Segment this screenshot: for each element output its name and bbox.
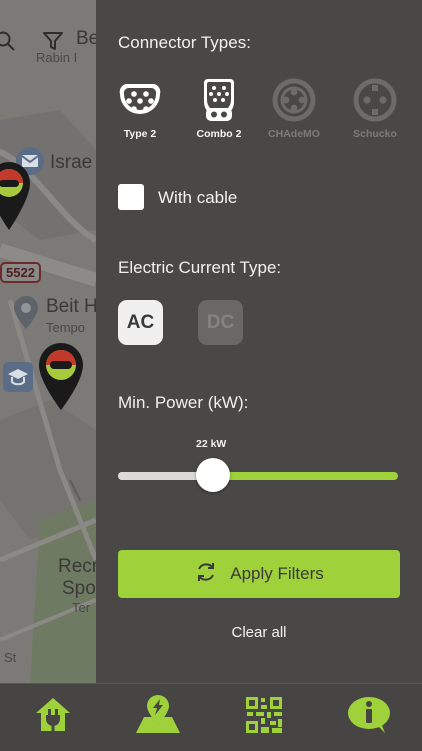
type2-connector-icon [118, 78, 162, 122]
power-slider-thumb[interactable] [196, 458, 230, 492]
road-number-badge: 5522 [0, 262, 41, 283]
connector-label: CHAdeMO [268, 128, 320, 140]
clear-all-link[interactable]: Clear all [96, 624, 422, 641]
power-value-label: 22 kW [196, 438, 227, 450]
bottom-nav [0, 683, 422, 751]
map-label: Recr [58, 556, 96, 577]
min-power-title: Min. Power (kW): [118, 393, 249, 412]
connector-label: Schucko [353, 128, 397, 140]
connector-schuko[interactable]: Schucko [345, 78, 405, 140]
map-charging-icon [134, 695, 182, 740]
nav-qr[interactable] [240, 694, 288, 742]
map-view[interactable]: Be Rabin I Israe 5522 Beit H Tempo Recr … [0, 0, 96, 683]
electric-current-title: Electric Current Type: [118, 258, 282, 277]
with-cable-checkbox[interactable] [118, 184, 144, 210]
dc-button[interactable]: DC [198, 300, 243, 345]
filter-panel: Connector Types: Type 2 Combo 2 CHAdeMO … [96, 0, 422, 683]
nav-map[interactable] [134, 694, 182, 742]
map-label: Spo [62, 578, 96, 599]
home-plug-icon [33, 695, 73, 740]
refresh-icon [194, 560, 218, 589]
map-label: St [4, 650, 17, 665]
connector-type2[interactable]: Type 2 [110, 78, 170, 140]
apply-filters-label: Apply Filters [230, 564, 324, 583]
chademo-connector-icon [272, 78, 316, 122]
nav-info[interactable] [345, 694, 393, 742]
connector-types-title: Connector Types: [118, 33, 251, 52]
qr-code-icon [245, 696, 283, 739]
connector-combo2[interactable]: Combo 2 [189, 78, 249, 140]
ac-button[interactable]: AC [118, 300, 163, 345]
map-label: Israe [50, 152, 93, 173]
nav-home[interactable] [29, 694, 77, 742]
map-label: Beit H [46, 296, 96, 317]
map-label: Rabin I [36, 50, 78, 65]
with-cable-label: With cable [158, 188, 238, 207]
apply-filters-button[interactable]: Apply Filters [118, 550, 400, 598]
map-label: Be [76, 28, 96, 49]
connector-label: Combo 2 [196, 128, 242, 140]
connector-label: Type 2 [123, 128, 157, 140]
info-bubble-icon [347, 695, 391, 740]
combo2-connector-icon [197, 78, 241, 122]
schuko-connector-icon [353, 78, 397, 122]
map-label: Ter [72, 600, 91, 615]
connector-chademo[interactable]: CHAdeMO [264, 78, 324, 140]
map-label: Tempo [46, 320, 86, 335]
power-slider-track[interactable] [118, 472, 398, 480]
